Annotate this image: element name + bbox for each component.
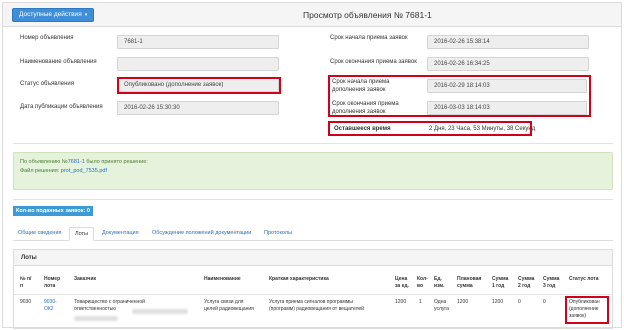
- col-customer: Заказчик: [74, 276, 97, 282]
- available-actions-label: Доступные действия: [19, 11, 82, 18]
- name-label: Наименование объявления: [20, 59, 97, 65]
- tab-documentation[interactable]: Документация: [97, 227, 144, 241]
- start-label: Срок начала приема заявок: [330, 35, 408, 41]
- pubdate-label: Дата публикации объявления: [20, 104, 103, 110]
- decision-line: По объявлению №7681-1 было принято решен…: [20, 159, 148, 165]
- col-unit: Ед. изм.: [434, 276, 445, 289]
- cell-name: Услуга связи для целей радиовещания: [204, 299, 254, 312]
- col-qty: Кол-во: [417, 276, 428, 289]
- redacted-customer-name: [74, 316, 118, 321]
- cell-qty: 1: [419, 299, 422, 305]
- tab-general[interactable]: Общие сведения: [13, 227, 67, 241]
- caret-down-icon: ▾: [84, 12, 88, 18]
- tab-lots[interactable]: Лоты: [69, 227, 95, 241]
- col-characteristic: Краткая характеристика: [269, 276, 329, 282]
- cell-unit: Одна услуга: [434, 299, 449, 312]
- lots-panel: Лоты № п/п Номер лота Заказчик Наименован…: [13, 249, 613, 329]
- decision-file-line: Файл решения: prot_pod_7535.pdf: [20, 168, 107, 174]
- lots-title: Лоты: [21, 255, 37, 261]
- redacted-customer-name: [132, 309, 188, 314]
- announcement-link[interactable]: 7681-1: [68, 159, 85, 165]
- col-planned-sum: Плановая сумма: [457, 276, 482, 289]
- col-num: № п/п: [20, 276, 32, 289]
- decision-file-link[interactable]: prot_pod_7535.pdf: [61, 168, 107, 174]
- cell-planned-sum: 1200: [457, 299, 469, 305]
- col-sum-year1: Сумма 1 год: [492, 276, 509, 289]
- divider: [13, 199, 613, 200]
- cell-sum-year1: 1200: [492, 299, 504, 305]
- name-field: [117, 57, 279, 71]
- col-name: Наименование: [204, 276, 241, 282]
- cell-sum-year3: 0: [543, 299, 546, 305]
- lot-status-highlight: [565, 296, 609, 324]
- table-header-divider: [14, 294, 612, 295]
- status-label: Статус объявления: [20, 81, 75, 87]
- lots-panel-header: Лоты: [14, 250, 612, 266]
- number-label: Номер объявления: [20, 35, 74, 41]
- col-price: Цена за ед.: [395, 276, 409, 289]
- page-header: Доступные действия ▾ Просмотр объявления …: [3, 3, 621, 27]
- announcement-view: Доступные действия ▾ Просмотр объявления …: [2, 2, 622, 329]
- start-field: 2016-02-26 15:38:14: [427, 35, 589, 49]
- decision-notice: По объявлению №7681-1 было принято решен…: [13, 152, 613, 190]
- col-sum-year2: Сумма 2 год: [518, 276, 535, 289]
- col-lot-status: Статус лота: [569, 276, 599, 282]
- bids-count-badge: Кол-во поданных заявок: 0: [13, 206, 93, 216]
- additional-terms-highlight: [328, 75, 591, 117]
- lot-number-link[interactable]: 9030- ОК2: [44, 299, 57, 313]
- divider: [13, 143, 613, 144]
- pubdate-field: 2016-02-26 15:30:30: [117, 101, 279, 115]
- status-highlight: [117, 77, 281, 94]
- number-field: 7681-1: [117, 35, 279, 49]
- tab-bar: Общие сведения Лоты Документация Обсужде…: [13, 227, 613, 241]
- remaining-highlight: [328, 121, 532, 136]
- tab-protocols[interactable]: Протоколы: [259, 227, 297, 241]
- cell-price: 1200: [395, 299, 407, 305]
- end-field: 2016-02-26 16:34:25: [427, 57, 589, 71]
- end-label: Срок окончания приема заявок: [330, 59, 417, 65]
- cell-num: 9030: [20, 299, 32, 305]
- col-sum-year3: Сумма 3 год: [543, 276, 560, 289]
- available-actions-button[interactable]: Доступные действия ▾: [12, 8, 95, 22]
- cell-sum-year2: 0: [518, 299, 521, 305]
- tab-discussion[interactable]: Обсуждение положений документации: [147, 227, 256, 241]
- page-title: Просмотр объявления № 7681-1: [303, 10, 432, 20]
- col-lot-number: Номер лота: [44, 276, 61, 289]
- cell-characteristic: Услуга приема сигналов программы (програм…: [269, 299, 365, 312]
